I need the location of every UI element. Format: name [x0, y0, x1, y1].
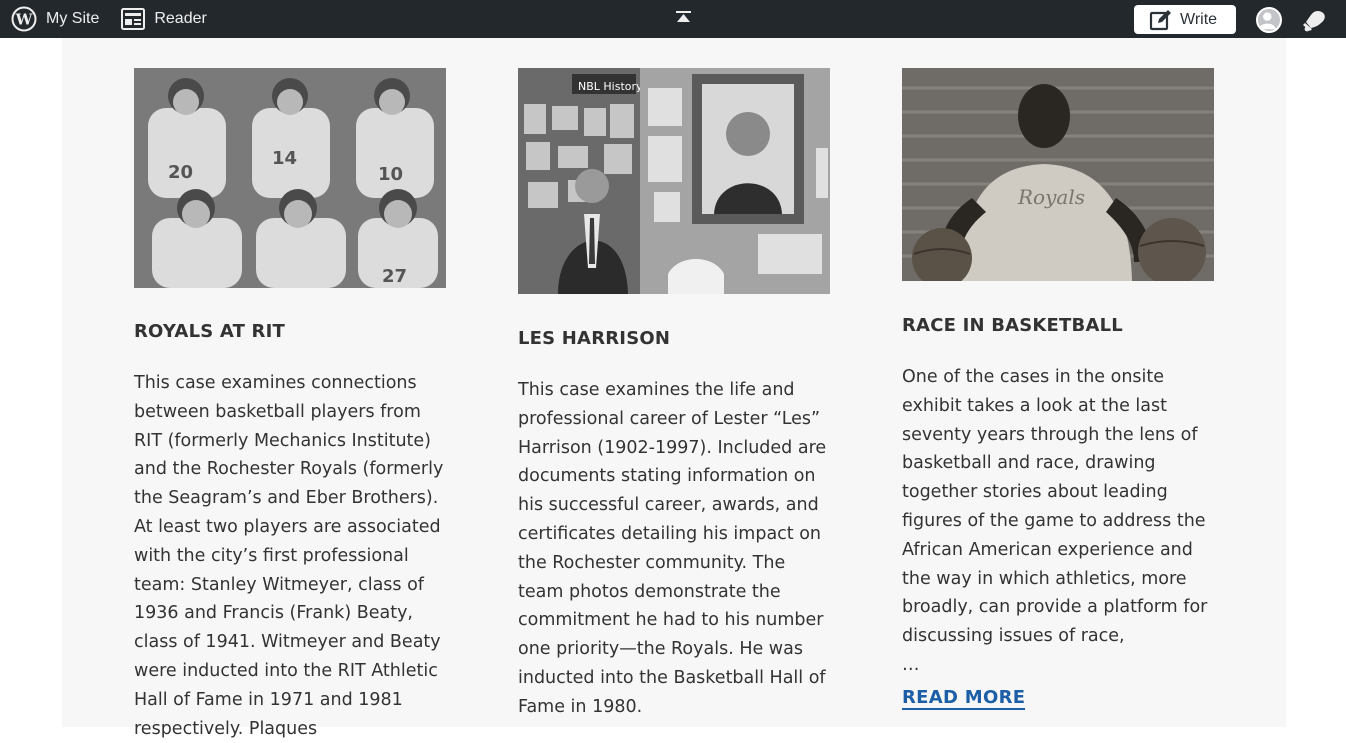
royals-team-photo: 20 14 10 27	[134, 68, 446, 288]
svg-text:27: 27	[382, 266, 407, 287]
wordpress-logo-icon: W	[11, 6, 37, 32]
les-harrison-photo: NBL History	[518, 68, 830, 294]
collapse-arrow-icon[interactable]	[675, 9, 692, 25]
reader-menu[interactable]: Reader	[99, 0, 207, 38]
card-les-harrison: NBL History LES HARRISON This case exami…	[518, 68, 830, 722]
player-photo-image: Royals	[902, 68, 1214, 281]
card-description: One of the cases in the onsite exhibit t…	[902, 367, 1208, 647]
card-title: LES HARRISON	[518, 328, 671, 349]
card-ellipsis: …	[902, 654, 920, 675]
card-title: ROYALS AT RIT	[134, 321, 285, 342]
write-button[interactable]: Write	[1134, 5, 1236, 34]
my-site-menu[interactable]: W My Site	[0, 0, 99, 38]
race-in-basketball-photo: Royals	[902, 68, 1214, 281]
team-photo-image: 20 14 10 27	[134, 68, 446, 288]
card-royals-at-rit: 20 14 10 27 ROYALS AT RIT This case exam…	[134, 68, 446, 743]
write-icon	[1149, 9, 1171, 30]
card-title: RACE IN BASKETBALL	[902, 315, 1123, 336]
svg-text:W: W	[15, 11, 34, 29]
my-site-label: My Site	[46, 10, 100, 27]
write-label: Write	[1180, 10, 1218, 28]
reader-label: Reader	[154, 10, 207, 27]
card-description: This case examines connections between b…	[134, 373, 444, 739]
admin-bar: W My Site Reader Write	[0, 0, 1346, 38]
notifications-bell-icon[interactable]	[1302, 8, 1328, 32]
svg-text:10: 10	[378, 164, 403, 185]
svg-text:14: 14	[272, 148, 297, 169]
user-icon	[1258, 12, 1276, 30]
svg-text:20: 20	[168, 162, 193, 183]
content-area: 20 14 10 27 ROYALS AT RIT This case exam…	[62, 38, 1286, 739]
card-description: This case examines the life and professi…	[518, 380, 827, 717]
exhibit-photo-image: NBL History	[518, 68, 830, 294]
read-more-link[interactable]: READ MORE	[902, 687, 1026, 710]
avatar[interactable]	[1256, 7, 1282, 33]
royals-shirt-text: Royals	[1017, 185, 1085, 209]
reader-icon	[121, 8, 146, 30]
card-race-in-basketball: Royals RACE IN BASKETBALL One of the cas…	[902, 68, 1214, 710]
nbl-history-sign: NBL History	[578, 80, 643, 93]
